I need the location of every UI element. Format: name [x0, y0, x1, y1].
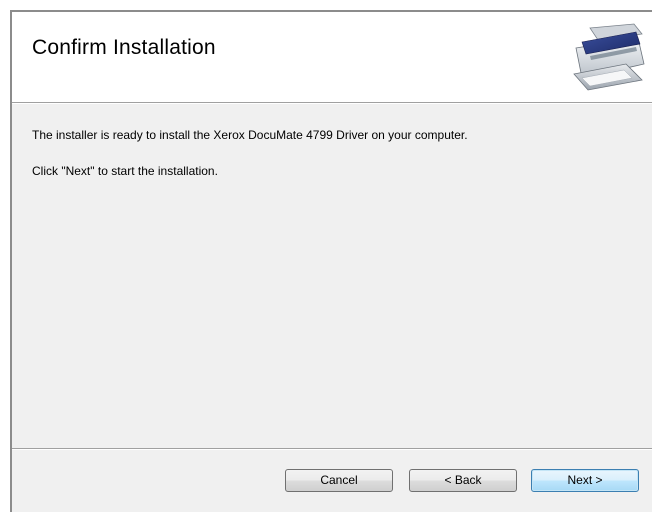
ready-message: The installer is ready to install the Xe… [32, 128, 468, 142]
cancel-button[interactable]: Cancel [285, 469, 393, 492]
instruction-message: Click "Next" to start the installation. [32, 164, 218, 178]
dialog-header: Confirm Installation [12, 12, 652, 103]
footer-separator [12, 448, 652, 450]
installer-dialog: Confirm Installation The installer is re… [10, 10, 652, 512]
scanner-icon [573, 23, 645, 91]
back-button[interactable]: < Back [409, 469, 517, 492]
page-title: Confirm Installation [32, 36, 216, 59]
next-button[interactable]: Next > [531, 469, 639, 492]
